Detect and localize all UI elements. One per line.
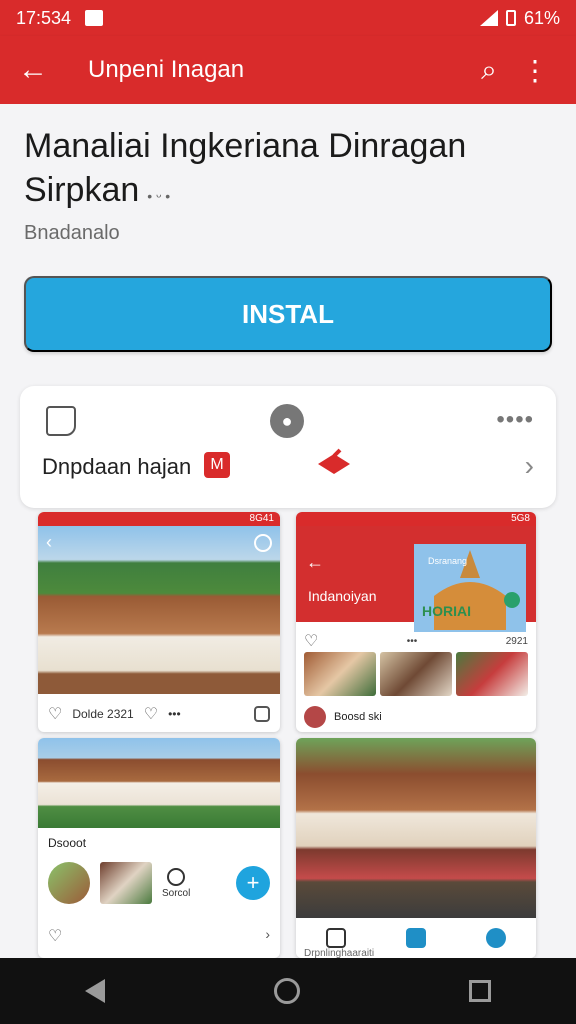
row-dots: •••	[406, 635, 418, 647]
battery-icon	[505, 10, 516, 26]
action-dots: •••	[168, 707, 181, 721]
more-vert-icon[interactable]: ⋮	[512, 54, 558, 87]
home-icon	[326, 928, 346, 948]
s2-title-text: Dsranang	[428, 556, 467, 566]
main-content: Manaliai Ingkeriana Dinragan Sirpkan • ᵕ …	[0, 104, 576, 958]
account-icon: ●	[270, 404, 304, 438]
more-dots-icon[interactable]: ••••	[496, 406, 534, 434]
author-row: Boosd ski	[304, 704, 528, 730]
photo-thumb	[380, 652, 452, 696]
app-title: Manaliai Ingkeriana Dinragan Sirpkan • ᵕ …	[24, 124, 524, 218]
status-time: 17:534	[16, 7, 72, 28]
heart-icon: ♡	[48, 928, 63, 945]
tag-icon	[46, 406, 76, 436]
cap-icon	[318, 448, 350, 474]
heart-icon: ♡	[304, 633, 319, 650]
media-row: Sorcol +	[48, 858, 270, 908]
author-name: Boosd ski	[334, 711, 382, 723]
center-item-label: Sorcol	[162, 887, 191, 899]
search-icon[interactable]: ⌕	[466, 54, 512, 87]
title-emoji-icon: • ᵕ •	[147, 188, 171, 204]
screen-subtitle: Indanoiyan	[308, 588, 377, 604]
avatar	[304, 706, 326, 728]
arrow-left-icon: ‹	[46, 532, 52, 552]
user-icon	[486, 928, 506, 948]
center-item: Sorcol	[162, 867, 191, 899]
round-thumb	[48, 862, 90, 904]
signal-icon	[479, 10, 498, 26]
village-photo	[38, 738, 280, 828]
temple-illustration: Dsranang HORIAI	[414, 544, 526, 632]
clock-icon	[167, 867, 186, 886]
screenshot-4[interactable]: Drpnlinghaaraiti	[296, 738, 536, 958]
bag-icon	[406, 928, 426, 948]
status-left: 17:534	[16, 7, 104, 29]
fab-button: +	[236, 866, 270, 900]
arrow-left-icon: ←	[306, 552, 324, 572]
screen-row: ♡ ••• 2921	[304, 632, 528, 650]
status-right: 61%	[479, 7, 560, 29]
page-title: Unpeni Inagan	[88, 56, 245, 83]
app-bar: ← Unpeni Inagan ⌕ ⋮	[0, 36, 576, 104]
action-label: Dolde 2321	[72, 707, 134, 721]
square-thumb	[100, 862, 152, 904]
photo-thumb	[456, 652, 528, 696]
info-card-label: Dnpdaan hajan	[42, 454, 192, 479]
photo-strip	[304, 652, 528, 696]
install-button[interactable]: INSTAL	[24, 276, 552, 352]
photo-thumb	[304, 652, 376, 696]
mini-status-bar: 5G8	[296, 512, 536, 526]
screen-caption: Drpnlinghaaraiti	[304, 948, 375, 958]
village-photo	[296, 738, 536, 918]
screen-header: ← ➚ Indanoiyan Dsranang HORIAI	[296, 526, 536, 632]
chevron-right-icon: ›	[265, 926, 270, 942]
heart-icon-secondary: ♡	[143, 706, 159, 723]
gear-icon	[254, 534, 272, 552]
notification-icon	[85, 10, 104, 26]
village-photo	[38, 526, 280, 694]
screen-title: Dsooot	[48, 836, 87, 850]
nav-home-icon[interactable]	[273, 978, 300, 1004]
mini-status-bar: 8G41	[38, 512, 280, 526]
arrow-left-icon[interactable]: ←	[18, 53, 58, 87]
screenshot-1[interactable]: 8G41 ‹ ♡ Dolde 2321 ♡ •••	[38, 512, 280, 732]
nav-recent-icon[interactable]	[469, 980, 492, 1002]
battery-text: 61%	[523, 7, 560, 28]
developer-link[interactable]: Bnadanalo	[24, 222, 120, 245]
screenshot-2[interactable]: 5G8 ← ➚ Indanoiyan Dsranang HORIAI ♡ •••…	[296, 512, 536, 732]
chevron-right-icon[interactable]: ›	[525, 450, 534, 482]
row-count: 2921	[505, 635, 528, 647]
status-bar: 17:534 61%	[0, 0, 576, 36]
info-card[interactable]: ● •••• Dnpdaan hajan M ›	[20, 386, 556, 508]
nav-back-icon[interactable]	[84, 979, 105, 1003]
screen-foot: ♡ ›	[48, 926, 270, 946]
s2-banner-text: HORIAI	[422, 603, 471, 619]
flag-icon: M	[204, 452, 230, 478]
system-nav-bar	[0, 958, 576, 1024]
app-title-line2: Sirpkan	[24, 171, 140, 209]
app-title-line1: Manaliai Ingkeriana Dinragan	[24, 127, 467, 165]
info-icon	[254, 706, 270, 722]
heart-icon: ♡	[48, 706, 63, 723]
screenshot-3[interactable]: Dsooot Sorcol + ♡ ›	[38, 738, 280, 958]
screenshot-actions: ♡ Dolde 2321 ♡ •••	[38, 696, 280, 732]
